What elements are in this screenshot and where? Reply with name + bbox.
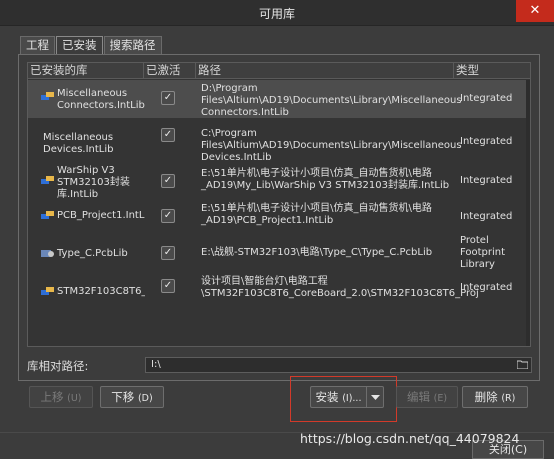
library-type: Integrated [460,175,513,186]
remove-button[interactable]: 删除 (R) [462,386,528,408]
tab-search-path[interactable]: 搜索路径 [103,36,162,54]
move-down-button[interactable]: 下移 (D) [100,386,164,408]
library-table: 已安装的库 已激活 路径 类型 Miscellaneous Connectors… [27,62,531,347]
table-row[interactable]: Type_C.PcbLib ✓ E:\战舰-STM32F103\电路\Type_… [28,235,528,275]
library-type: Protel Footprint Library [460,235,506,270]
library-type: Integrated [460,93,513,104]
move-up-key: (U) [67,393,82,404]
table-row[interactable]: Miscellaneous Connectors.IntLib ✓ D:\Pro… [28,80,528,118]
integrated-library-icon [41,211,54,219]
install-highlight-box [290,376,397,422]
library-type: Integrated [460,211,513,222]
library-name: Miscellaneous Devices.IntLib [43,132,114,155]
active-checkbox[interactable]: ✓ [161,246,175,260]
library-name: WarShip V3 STM32103封装库.IntLib [57,165,130,200]
move-up-button[interactable]: 上移 (U) [29,386,93,408]
header-installed-lib[interactable]: 已安装的库 [28,63,144,79]
active-checkbox[interactable]: ✓ [161,91,175,105]
integrated-library-icon [41,92,54,100]
library-type: Integrated [460,282,513,293]
close-window-button[interactable]: ✕ [516,0,554,22]
library-path: E:\战舰-STM32F103\电路\Type_C\Type_C.PcbLib [201,247,433,258]
library-name: PCB_Project1.IntLib [57,210,145,221]
header-path[interactable]: 路径 [196,63,454,79]
remove-key: (R) [501,393,516,404]
library-name: STM32F103C8T6_F [57,286,145,297]
remove-label: 删除 [474,390,498,404]
tab-installed[interactable]: 已安装 [56,36,103,54]
folder-icon[interactable] [517,360,528,369]
tab-project[interactable]: 工程 [20,36,55,54]
move-down-label: 下移 [111,390,135,404]
active-checkbox[interactable]: ✓ [161,128,175,142]
active-checkbox[interactable]: ✓ [161,279,175,293]
library-path: C:\Program Files\Altium\AD19\Documents\L… [201,128,462,163]
installed-panel: 已安装的库 已激活 路径 类型 Miscellaneous Connectors… [18,54,540,381]
integrated-library-icon [41,176,54,184]
pcb-library-icon [41,250,54,257]
table-row[interactable]: STM32F103C8T6_F ✓ 设计项目\智能台灯\电路工程\STM32F1… [28,275,528,309]
relative-path-field[interactable]: I:\ [145,357,532,373]
tab-bar: 工程 已安装 搜索路径 [20,36,163,54]
move-down-key: (D) [137,393,153,404]
table-row[interactable]: PCB_Project1.IntLib ✓ E:\51单片机\电子设计小项目\仿… [28,201,528,233]
edit-label: 编辑 [406,390,430,404]
window-title: 可用库 [258,7,295,21]
active-checkbox[interactable]: ✓ [161,209,175,223]
integrated-library-icon [41,287,54,295]
table-header: 已安装的库 已激活 路径 类型 [28,63,530,79]
header-type[interactable]: 类型 [454,63,530,79]
library-type: Integrated [460,136,513,147]
edit-key: (E) [433,393,448,404]
watermark-text: https://blog.csdn.net/qq_44079824 [300,431,520,446]
table-row[interactable]: Miscellaneous Devices.IntLib ✓ C:\Progra… [28,125,528,163]
library-path: E:\51单片机\电子设计小项目\仿真_自动售货机\电路_AD19\My_Lib… [201,168,450,191]
table-row[interactable]: WarShip V3 STM32103封装库.IntLib ✓ E:\51单片机… [28,163,528,201]
title-bar: 可用库 ✕ [0,0,554,26]
library-name: Miscellaneous Connectors.IntLib [57,88,145,111]
relative-path-value: I:\ [151,359,161,370]
active-checkbox[interactable]: ✓ [161,174,175,188]
move-up-label: 上移 [40,390,64,404]
library-path: 设计项目\智能台灯\电路工程\STM32F103C8T6_CoreBoard_2… [201,276,479,299]
library-name: Type_C.PcbLib [57,248,128,259]
vertical-scrollbar[interactable] [526,80,530,346]
library-path: D:\Program Files\Altium\AD19\Documents\L… [201,83,462,118]
edit-button[interactable]: 编辑 (E) [396,386,458,408]
library-path: E:\51单片机\电子设计小项目\仿真_自动售货机\电路_AD19\PCB_Pr… [201,203,432,226]
relative-path-label: 库相对路径: [27,359,89,373]
header-active[interactable]: 已激活 [144,63,196,79]
